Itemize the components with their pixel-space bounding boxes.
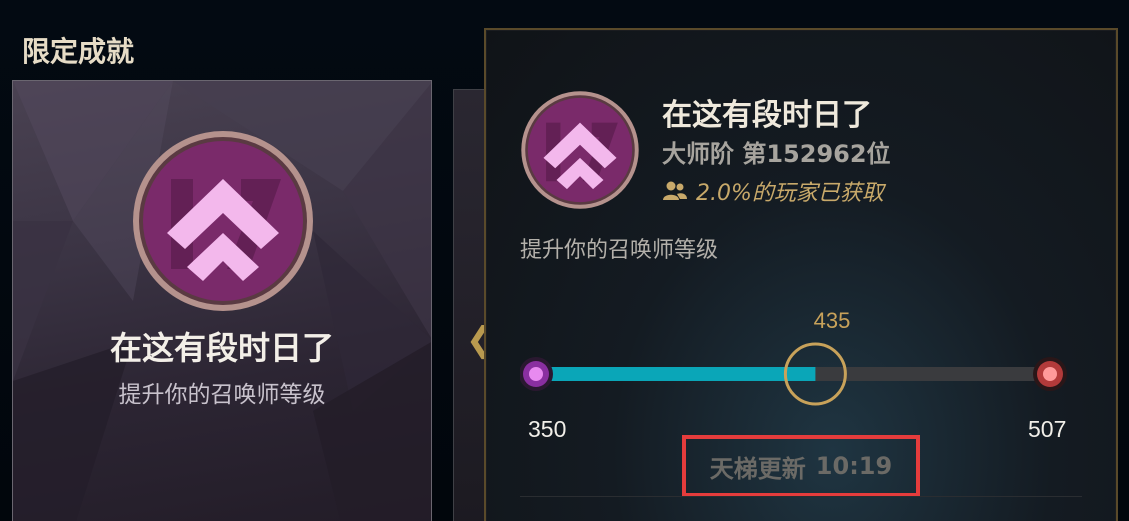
tooltip-description: 提升你的召唤师等级 — [520, 238, 719, 263]
level-up-chevron-icon — [521, 91, 639, 209]
card-title: 在这有段时日了 — [109, 329, 334, 367]
achievement-card[interactable]: 在这有段时日了 提升你的召唤师等级 — [12, 80, 432, 521]
achievements-screen: 限定成就 在这有段时日了 提升你的召唤师等级 ❮ 在这有段时日了 大师阶 第15… — [0, 0, 1129, 521]
level-up-chevron-icon — [133, 131, 313, 311]
section-title: 限定成就 — [22, 35, 135, 68]
owned-percentage: 2.0%的玩家已获取 — [662, 175, 884, 207]
achievement-tooltip: 在这有段时日了 大师阶 第152962位 2.0%的玩家已获取 提升你的召唤师等… — [484, 28, 1118, 521]
progress-min-label: 350 — [528, 416, 567, 442]
progress-bar — [520, 342, 1067, 406]
panel-divider — [520, 496, 1082, 497]
progress-fill — [540, 367, 816, 381]
ladder-update: 天梯更新 10:19 — [682, 435, 920, 497]
tooltip-title: 在这有段时日了 — [662, 98, 872, 133]
progress-max-label: 507 — [1028, 416, 1067, 442]
players-icon — [663, 181, 687, 200]
card-description: 提升你的召唤师等级 — [118, 382, 326, 408]
progress-current-value: 435 — [813, 308, 851, 333]
owned-text: 2.0%的玩家已获取 — [696, 181, 884, 206]
rank-text: 大师阶 第152962位 — [662, 140, 891, 168]
ladder-label: 天梯更新 — [709, 454, 806, 483]
ladder-time: 10:19 — [815, 452, 893, 480]
